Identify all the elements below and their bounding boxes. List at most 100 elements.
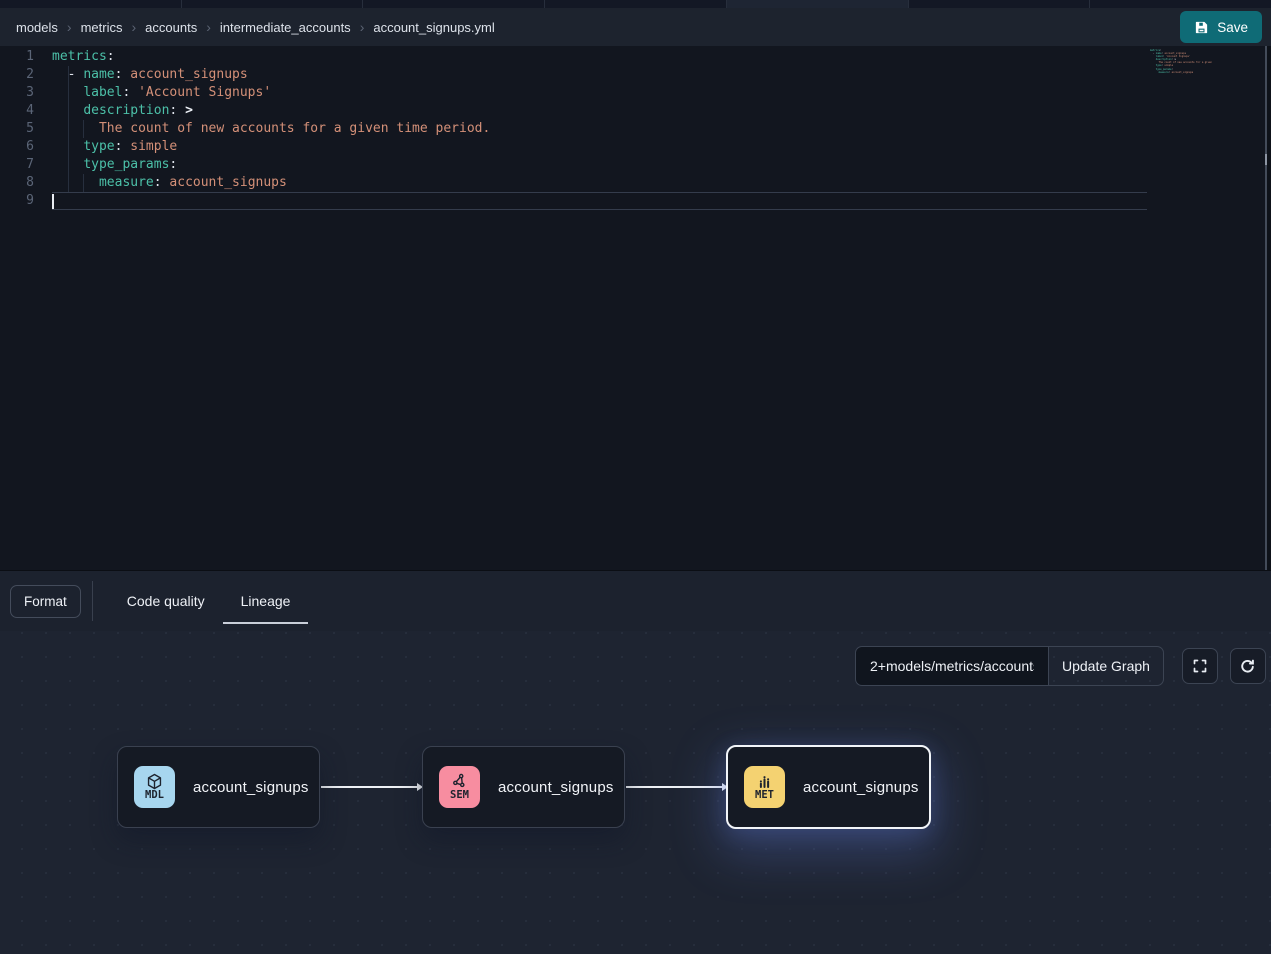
code-token	[52, 103, 83, 118]
node-type-label: MET	[755, 789, 774, 801]
code-token	[52, 67, 68, 82]
breadcrumb-item[interactable]: accounts	[145, 20, 197, 35]
code-token	[52, 121, 99, 136]
update-graph-button[interactable]: Update Graph	[1048, 646, 1164, 686]
code-token: :	[115, 139, 131, 154]
code-line[interactable]: label: 'Account Signups'	[52, 84, 1147, 102]
lineage-controls: Update Graph	[855, 646, 1266, 686]
code-token: type_params	[83, 157, 169, 172]
editor-tab[interactable]	[0, 0, 182, 8]
code-token: account_signups	[1172, 71, 1194, 74]
save-button-label: Save	[1217, 20, 1248, 35]
code-token: :	[107, 49, 115, 64]
editor-tab[interactable]	[363, 0, 545, 8]
refresh-icon	[1239, 658, 1256, 675]
lineage-node-sem[interactable]: SEM account_signups	[422, 746, 625, 828]
code-token: :	[115, 67, 131, 82]
node-name: account_signups	[498, 779, 614, 796]
breadcrumb-item[interactable]: models	[16, 20, 58, 35]
code-line[interactable]: metrics:	[52, 48, 1147, 66]
code-token: The count of new accounts for a given ti…	[99, 121, 490, 136]
code-token: account_signups	[130, 67, 247, 82]
code-token: :	[169, 103, 185, 118]
cube-icon	[146, 773, 163, 789]
format-button[interactable]: Format	[10, 585, 81, 618]
code-token: 'Account Signups'	[138, 85, 271, 100]
breadcrumb-item[interactable]: metrics	[81, 20, 123, 35]
line-number: 2	[0, 66, 36, 84]
code-token: -	[68, 67, 84, 82]
editor-tab[interactable]	[182, 0, 364, 8]
chevron-right-icon: ›	[131, 20, 136, 34]
lineage-edge	[321, 786, 421, 788]
line-number: 3	[0, 84, 36, 102]
text-cursor	[52, 194, 54, 209]
code-token: name	[83, 67, 114, 82]
code-token: simple	[130, 139, 177, 154]
code-line[interactable]: The count of new accounts for a given ti…	[52, 120, 1147, 138]
fullscreen-icon	[1192, 658, 1208, 674]
lineage-node-met[interactable]: MET account_signups	[726, 745, 931, 829]
scrollbar-thumb[interactable]	[1265, 154, 1267, 165]
breadcrumb: models › metrics › accounts › intermediate_acc…	[16, 20, 495, 35]
tab-lineage[interactable]: Lineage	[223, 571, 309, 631]
node-name: account_signups	[193, 779, 309, 796]
line-number: 5	[0, 120, 36, 138]
code-token: description	[83, 103, 169, 118]
lineage-canvas[interactable]: Update Graph MDLaccount_signupsSEMa	[0, 631, 1271, 954]
code-editor[interactable]: 123456789 metrics: - name: account_signu…	[0, 46, 1271, 570]
code-token	[52, 139, 83, 154]
editor-tab[interactable]	[727, 0, 909, 8]
lineage-node-mdl[interactable]: MDL account_signups	[117, 746, 320, 828]
editor-right-edge	[1267, 46, 1271, 570]
line-number: 6	[0, 138, 36, 156]
code-line[interactable]: description: >	[52, 102, 1147, 120]
code-token: account_signups	[169, 175, 286, 190]
code-line[interactable]: type_params:	[52, 156, 1147, 174]
code-token: :	[169, 157, 177, 172]
chevron-right-icon: ›	[206, 20, 211, 34]
editor-tab[interactable]	[1090, 0, 1271, 8]
tab-code-quality[interactable]: Code quality	[109, 571, 223, 631]
fullscreen-button[interactable]	[1182, 648, 1218, 684]
node-type-label: SEM	[450, 789, 469, 801]
node-type-label: MDL	[145, 789, 164, 801]
code-token	[52, 157, 83, 172]
save-button[interactable]: Save	[1180, 11, 1262, 43]
breadcrumb-item[interactable]: account_signups.yml	[373, 20, 494, 35]
bottom-panel-tab-row: Format Code qualityLineage	[0, 571, 1271, 631]
code-token: measure	[1159, 71, 1169, 74]
refresh-button[interactable]	[1230, 648, 1266, 684]
code-token	[52, 85, 83, 100]
save-floppy-icon	[1194, 20, 1209, 35]
code-token: :	[122, 85, 138, 100]
lineage-selector-input[interactable]	[855, 646, 1048, 686]
metric-chart-icon	[756, 773, 773, 789]
minimap-line: measure: account_signups	[1150, 71, 1212, 74]
node-type-badge: MDL	[134, 766, 175, 808]
code-token: metrics	[52, 49, 107, 64]
editor-tab[interactable]	[909, 0, 1091, 8]
minimap[interactable]: metrics: - name: account_signups label: …	[1150, 49, 1212, 74]
line-number: 1	[0, 48, 36, 66]
code-token	[52, 175, 99, 190]
scrollbar-track[interactable]	[1265, 46, 1267, 570]
line-number-gutter: 123456789	[0, 48, 36, 570]
code-token: :	[154, 175, 170, 190]
code-token: label	[83, 85, 122, 100]
editor-tab[interactable]	[545, 0, 727, 8]
toolbar-divider	[92, 581, 93, 621]
code-line[interactable]: measure: account_signups	[52, 174, 1147, 192]
code-token: measure	[99, 175, 154, 190]
code-line[interactable]	[52, 192, 1147, 210]
code-line[interactable]: type: simple	[52, 138, 1147, 156]
node-name: account_signups	[803, 779, 919, 796]
line-number: 9	[0, 192, 36, 210]
bottom-panel-tabs: Code qualityLineage	[109, 571, 309, 631]
chevron-right-icon: ›	[360, 20, 365, 34]
bottom-panel: Format Code qualityLineage Update Graph	[0, 570, 1271, 954]
code-content[interactable]: metrics: - name: account_signups label: …	[52, 48, 1147, 570]
line-number: 8	[0, 174, 36, 192]
breadcrumb-item[interactable]: intermediate_accounts	[220, 20, 351, 35]
code-line[interactable]: - name: account_signups	[52, 66, 1147, 84]
